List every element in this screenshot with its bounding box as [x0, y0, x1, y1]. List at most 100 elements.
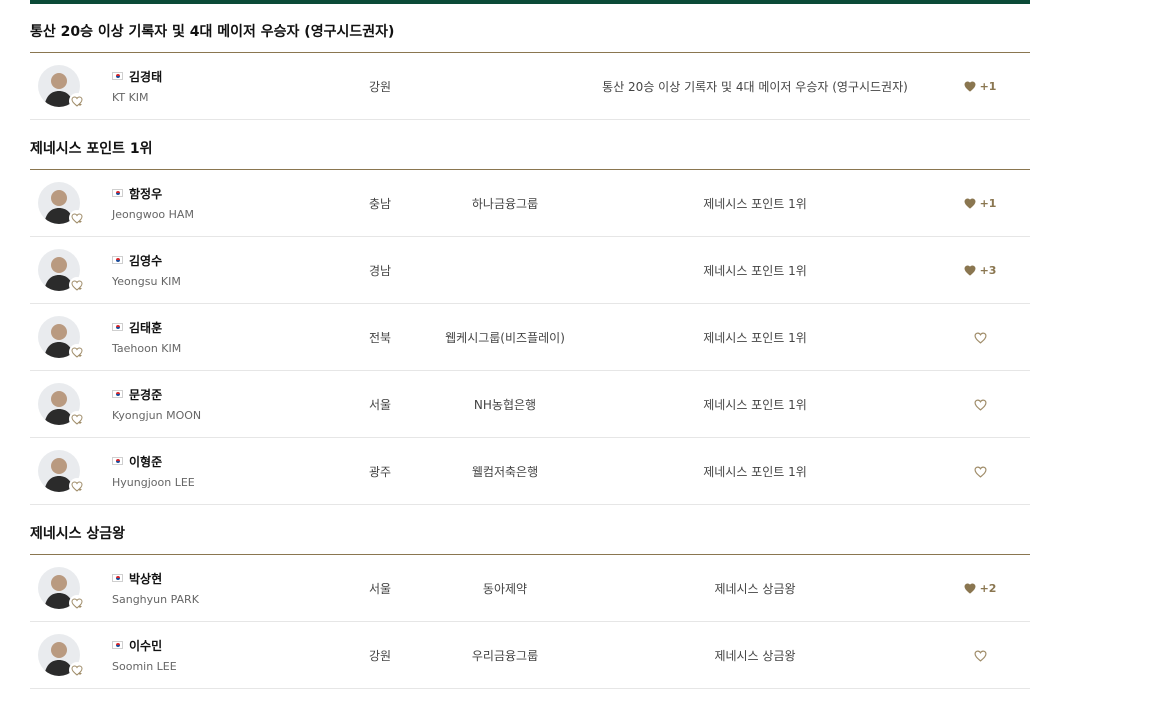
player-name-block[interactable]: 문경준 Kyongjun MOON — [112, 385, 201, 422]
korea-flag-icon — [112, 390, 123, 398]
player-list: 통산 20승 이상 기록자 및 4대 메이저 우승자 (영구시드권자) 김경태 … — [30, 0, 1030, 689]
korea-flag-icon — [112, 641, 123, 649]
player-name-line: 김경태 — [112, 67, 162, 85]
heart-icon — [973, 399, 987, 411]
player-region: 광주 — [368, 465, 392, 479]
section-title: 제네시스 상금왕 — [30, 505, 1030, 555]
korea-flag-icon — [112, 574, 123, 582]
player-name-en: Taehoon KIM — [112, 342, 182, 355]
player-seed-category: 제네시스 포인트 1위 — [703, 264, 807, 278]
player-name-ko[interactable]: 이형준 — [129, 453, 162, 470]
player-row[interactable]: 함정우 Jeongwoo HAM 충남 하나금융그룹 제네시스 포인트 1위 +… — [30, 170, 1030, 237]
player-name-en: Hyungjoon LEE — [112, 476, 195, 489]
korea-flag-icon — [112, 189, 123, 197]
player-row[interactable]: 김태훈 Taehoon KIM 전북 웹케시그룹(비즈플레이) 제네시스 포인트… — [30, 304, 1030, 371]
heart-icon — [964, 265, 976, 276]
like-button[interactable] — [935, 371, 1025, 438]
player-name-line: 문경준 — [112, 385, 201, 403]
player-region: 강원 — [368, 80, 392, 94]
player-sponsor: 웹케시그룹(비즈플레이) — [445, 331, 565, 345]
like-button[interactable] — [935, 438, 1025, 505]
favorite-toggle-icon[interactable] — [69, 277, 85, 293]
like-button[interactable]: +2 — [935, 555, 1025, 622]
player-seed-category: 제네시스 포인트 1위 — [703, 398, 807, 412]
player-name-block[interactable]: 김태훈 Taehoon KIM — [112, 318, 181, 355]
like-count: +1 — [979, 80, 997, 93]
player-sponsor: NH농협은행 — [473, 398, 537, 412]
player-name-line: 이형준 — [112, 452, 195, 470]
favorite-toggle-icon[interactable] — [69, 595, 85, 611]
player-name-block[interactable]: 김영수 Yeongsu KIM — [112, 251, 181, 288]
like-button[interactable]: +1 — [935, 170, 1025, 237]
player-name-en: Soomin LEE — [112, 660, 177, 673]
player-row[interactable]: 박상현 Sanghyun PARK 서울 동아제약 제네시스 상금왕 +2 — [30, 555, 1030, 622]
heart-icon — [964, 81, 976, 92]
player-name-line: 박상현 — [112, 569, 199, 587]
favorite-toggle-icon[interactable] — [69, 662, 85, 678]
heart-icon — [973, 332, 987, 344]
player-name-ko[interactable]: 김태훈 — [129, 319, 162, 336]
player-sponsor: 하나금융그룹 — [471, 197, 539, 211]
favorite-toggle-icon[interactable] — [69, 411, 85, 427]
player-name-ko[interactable]: 박상현 — [129, 570, 162, 587]
player-name-ko[interactable]: 함정우 — [129, 185, 162, 202]
player-name-line: 함정우 — [112, 184, 194, 202]
like-button[interactable]: +1 — [935, 53, 1025, 120]
player-name-block[interactable]: 박상현 Sanghyun PARK — [112, 569, 199, 606]
player-row[interactable]: 문경준 Kyongjun MOON 서울 NH농협은행 제네시스 포인트 1위 — [30, 371, 1030, 438]
player-name-en: Sanghyun PARK — [112, 593, 199, 606]
player-section: 제네시스 상금왕 박상현 Sanghyun PARK 서울 동아제약 제네시스 … — [30, 505, 1030, 689]
section-rows: 함정우 Jeongwoo HAM 충남 하나금융그룹 제네시스 포인트 1위 +… — [30, 170, 1030, 505]
section-rows: 김경태 KT KIM 강원 통산 20승 이상 기록자 및 4대 메이저 우승자… — [30, 53, 1030, 120]
player-region: 서울 — [368, 398, 392, 412]
player-row[interactable]: 김영수 Yeongsu KIM 경남 제네시스 포인트 1위 +3 — [30, 237, 1030, 304]
player-name-en: Jeongwoo HAM — [112, 208, 194, 221]
player-row[interactable]: 이형준 Hyungjoon LEE 광주 웰컴저축은행 제네시스 포인트 1위 — [30, 438, 1030, 505]
player-seed-category: 제네시스 포인트 1위 — [703, 465, 807, 479]
player-name-ko[interactable]: 문경준 — [129, 386, 162, 403]
player-name-en: Yeongsu KIM — [112, 275, 181, 288]
player-name-en: KT KIM — [112, 91, 149, 104]
player-seed-category: 제네시스 포인트 1위 — [703, 331, 807, 345]
player-seed-category: 통산 20승 이상 기록자 및 4대 메이저 우승자 (영구시드권자) — [602, 80, 908, 94]
player-name-ko[interactable]: 김영수 — [129, 252, 162, 269]
player-name-line: 이수민 — [112, 636, 177, 654]
player-name-block[interactable]: 함정우 Jeongwoo HAM — [112, 184, 194, 221]
section-title: 제네시스 포인트 1위 — [30, 120, 1030, 170]
player-seed-category: 제네시스 포인트 1위 — [703, 197, 807, 211]
player-sponsor — [425, 237, 585, 304]
like-count: +2 — [979, 582, 997, 595]
player-name-block[interactable]: 이형준 Hyungjoon LEE — [112, 452, 195, 489]
player-row[interactable]: 이수민 Soomin LEE 강원 우리금융그룹 제네시스 상금왕 — [30, 622, 1030, 689]
heart-icon — [973, 466, 987, 478]
favorite-toggle-icon[interactable] — [69, 478, 85, 494]
player-name-line: 김영수 — [112, 251, 181, 269]
player-name-line: 김태훈 — [112, 318, 181, 336]
favorite-toggle-icon[interactable] — [69, 344, 85, 360]
player-region: 충남 — [368, 197, 392, 211]
like-button[interactable]: +3 — [935, 237, 1025, 304]
sections-container: 통산 20승 이상 기록자 및 4대 메이저 우승자 (영구시드권자) 김경태 … — [30, 4, 1030, 689]
player-region: 서울 — [368, 582, 392, 596]
player-name-block[interactable]: 김경태 KT KIM — [112, 67, 162, 104]
player-section: 제네시스 포인트 1위 함정우 Jeongwoo HAM 충남 하나금융그룹 제… — [30, 120, 1030, 505]
like-count: +3 — [979, 264, 997, 277]
player-name-en: Kyongjun MOON — [112, 409, 202, 422]
heart-icon — [973, 650, 987, 662]
player-name-block[interactable]: 이수민 Soomin LEE — [112, 636, 177, 673]
player-sponsor: 동아제약 — [482, 582, 528, 596]
korea-flag-icon — [112, 323, 123, 331]
like-button[interactable] — [935, 304, 1025, 371]
korea-flag-icon — [112, 72, 123, 80]
heart-icon — [964, 198, 976, 209]
favorite-toggle-icon[interactable] — [69, 210, 85, 226]
player-name-ko[interactable]: 이수민 — [129, 637, 162, 654]
player-sponsor — [425, 53, 585, 120]
player-region: 전북 — [368, 331, 392, 345]
korea-flag-icon — [112, 256, 123, 264]
like-count: +1 — [979, 197, 997, 210]
like-button[interactable] — [935, 622, 1025, 689]
player-row[interactable]: 김경태 KT KIM 강원 통산 20승 이상 기록자 및 4대 메이저 우승자… — [30, 53, 1030, 120]
player-name-ko[interactable]: 김경태 — [129, 68, 162, 85]
favorite-toggle-icon[interactable] — [69, 93, 85, 109]
